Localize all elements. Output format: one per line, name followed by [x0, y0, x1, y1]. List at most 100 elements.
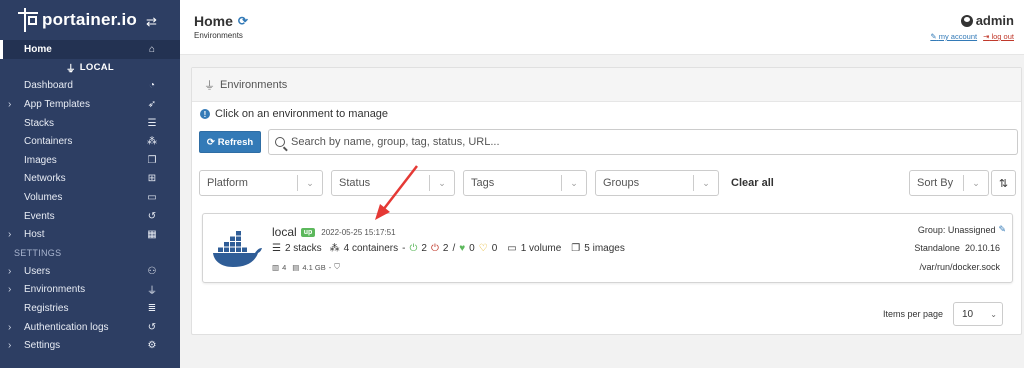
sidebar-item-label: Images	[24, 154, 57, 166]
sidebar-item-containers[interactable]: Containers ⁂	[0, 132, 180, 151]
sidebar-item-events[interactable]: Events ↺	[0, 207, 180, 226]
chevron-down-icon: ⌄	[702, 177, 710, 188]
cubes-icon: ⁂	[147, 136, 157, 148]
sidebar-item-label: Settings	[24, 340, 61, 352]
groups-filter[interactable]: Groups ⌄	[595, 170, 719, 196]
chevron-down-icon: ⌄	[438, 177, 446, 188]
refresh-icon: ⟳	[206, 136, 215, 148]
username: admin	[975, 13, 1014, 28]
sidebar-item-label: Containers	[24, 136, 73, 148]
my-account-link[interactable]: ✎ my account	[930, 32, 977, 41]
hdd-icon: ▭	[147, 191, 157, 203]
healthy-count: 0	[469, 243, 475, 254]
platform-filter[interactable]: Platform ⌄	[199, 170, 323, 196]
sidebar-item-host[interactable]: › Host ▦	[0, 225, 180, 244]
sidebar-item-registries[interactable]: Registries ≣	[0, 299, 180, 318]
sidebar-item-label: Home	[24, 43, 52, 55]
tags-filter[interactable]: Tags ⌄	[463, 170, 587, 196]
page-header: Home ⟳ Environments admin ✎ my account ⇥…	[180, 0, 1024, 55]
refresh-button[interactable]: ⟳ Refresh	[199, 131, 261, 153]
sidebar-toggle-icon[interactable]: ⇄	[146, 14, 157, 30]
sidebar-item-networks[interactable]: Networks ⊞	[0, 170, 180, 189]
plug-icon: ⏚	[65, 63, 76, 75]
sidebar-item-stacks[interactable]: Stacks ☰	[0, 114, 180, 133]
memory-size: 4.1 GB	[302, 262, 326, 272]
sort-by-select[interactable]: Sort By ⌄	[909, 170, 989, 196]
images-count: 5 images	[584, 243, 625, 254]
cpu-count: 4	[282, 262, 287, 272]
database-icon: ≣	[147, 302, 157, 314]
sidebar-environment-label: ⏚ LOCAL	[65, 62, 115, 75]
plug-icon: ⏚	[147, 286, 157, 298]
brand-name: portainer.io	[42, 10, 137, 29]
wrench-icon: ✎	[930, 32, 937, 41]
sidebar-item-environments[interactable]: › Environments ⏚	[0, 281, 180, 300]
chevron-right-icon: ›	[8, 340, 12, 352]
sidebar-item-images[interactable]: Images ❐	[0, 151, 180, 170]
sidebar-item-label: Environments	[24, 284, 86, 296]
sidebar-item-users[interactable]: › Users ⚇	[0, 262, 180, 281]
hdd-icon: ▭	[507, 243, 517, 254]
list-icon: ☰	[272, 243, 281, 254]
sidebar-nav: Home ⌂ ⏚ LOCAL Dashboard ◔ › App Templat…	[0, 40, 180, 355]
sidebar-item-dashboard[interactable]: Dashboard ◔	[0, 77, 180, 96]
chevron-down-icon: ⌄	[990, 309, 997, 319]
power-icon-running: ⏻	[409, 243, 418, 254]
user-icon	[960, 14, 973, 27]
unhealthy-count: 0	[491, 243, 498, 254]
history-icon: ↺	[147, 321, 157, 333]
chevron-down-icon: ⌄	[306, 177, 314, 188]
sitemap-icon: ⊞	[147, 173, 157, 185]
th-icon: ▦	[147, 229, 157, 241]
sort-icon: ⇅	[998, 177, 1009, 190]
cpu-icon: ▥	[272, 262, 280, 272]
environment-name-row: local up 2022-05-25 15:17:51	[272, 225, 396, 239]
dashboard-icon: ◔	[148, 80, 156, 92]
memory-icon: ▤	[292, 262, 300, 272]
panel-title: Environments	[220, 78, 288, 91]
hint-text: ! Click on an environment to manage	[200, 108, 388, 120]
items-per-page-select[interactable]: 10 ⌄	[953, 302, 1003, 326]
sign-out-icon: ⇥	[983, 32, 990, 41]
sidebar-item-label: Registries	[24, 302, 69, 314]
environment-resources: ▥ 4 ▤ 4.1 GB - ⛉	[272, 262, 340, 272]
environment-group: Group: Unassigned ✎	[917, 224, 1006, 235]
sidebar-item-app-templates[interactable]: › App Templates ➶	[0, 95, 180, 114]
environment-card[interactable]: local up 2022-05-25 15:17:51 ☰ 2 stacks …	[202, 213, 1013, 283]
sidebar-item-volumes[interactable]: Volumes ▭	[0, 188, 180, 207]
stacks-count: 2 stacks	[284, 243, 322, 254]
sidebar-item-authentication-logs[interactable]: › Authentication logs ↺	[0, 318, 180, 337]
portainer-logo-icon	[18, 8, 38, 32]
page-title: Home ⟳	[194, 13, 248, 29]
refresh-icon[interactable]: ⟳	[238, 14, 248, 28]
stopped-count: 2	[442, 243, 449, 254]
sidebar-item-label: Host	[24, 229, 45, 241]
containers-count: 4 containers	[343, 243, 399, 254]
user-menu: admin	[960, 13, 1014, 28]
log-out-link[interactable]: ⇥ log out	[983, 32, 1014, 41]
sidebar-item-home[interactable]: Home ⌂	[0, 40, 180, 59]
breadcrumb: Environments	[194, 31, 243, 40]
status-filter[interactable]: Status ⌄	[331, 170, 455, 196]
search-input[interactable]	[291, 136, 1017, 148]
sidebar-item-label: Users	[24, 265, 51, 277]
sort-order-button[interactable]: ⇅	[991, 170, 1016, 196]
clear-all-button[interactable]: Clear all	[731, 177, 774, 189]
plug-icon: ⏚	[204, 79, 215, 92]
cogs-icon: ⚙	[147, 340, 157, 352]
home-icon: ⌂	[148, 43, 156, 55]
sidebar-item-label: Events	[24, 210, 55, 222]
sidebar-item-settings[interactable]: › Settings ⚙	[0, 336, 180, 355]
clone-icon: ❐	[147, 154, 157, 166]
volumes-count: 1 volume	[520, 243, 562, 254]
running-count: 2	[421, 243, 427, 254]
docker-logo-icon	[213, 231, 262, 267]
chevron-down-icon: ⌄	[972, 177, 980, 188]
list-icon: ☰	[147, 117, 157, 129]
pencil-icon[interactable]: ✎	[998, 224, 1006, 235]
docker-version: 20.10.16	[964, 243, 1000, 253]
user-links: ✎ my account ⇥ log out	[930, 32, 1014, 41]
history-icon: ↺	[147, 210, 157, 222]
cubes-icon: ⁂	[329, 243, 340, 254]
chevron-right-icon: ›	[8, 284, 12, 296]
